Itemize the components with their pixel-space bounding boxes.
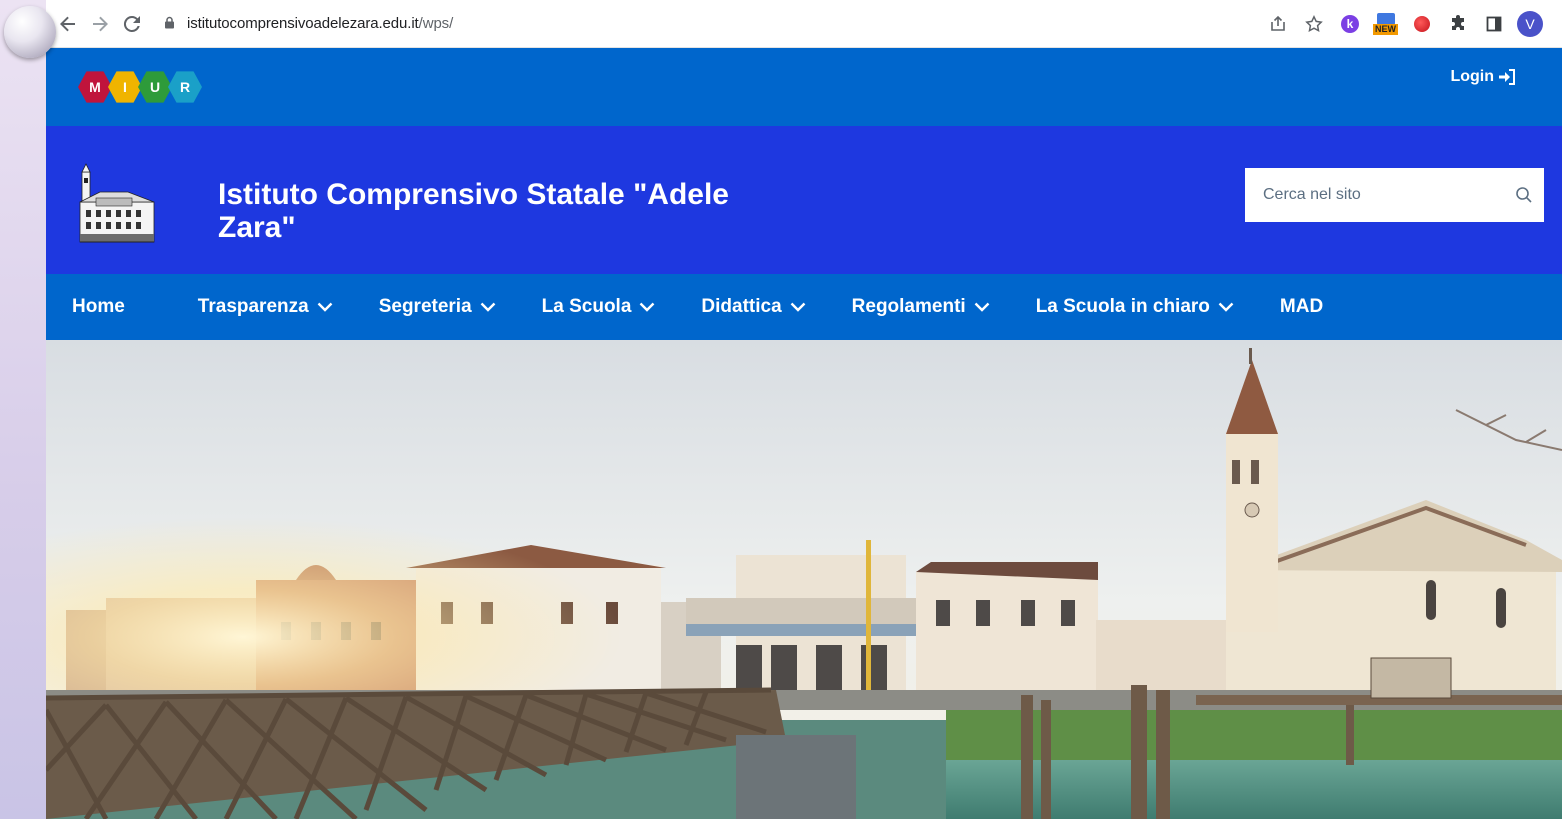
- site-header: Istituto Comprensivo Statale "Adele Zara…: [46, 126, 1562, 274]
- search-input[interactable]: [1245, 168, 1504, 222]
- miur-logo-r: R: [168, 71, 202, 103]
- site-topbar: M I U R Login: [46, 48, 1562, 126]
- url-text: istitutocomprensivoadelezara.edu.it/wps/: [187, 15, 454, 32]
- sign-in-icon: [1499, 69, 1515, 85]
- chevron-down-icon: [790, 302, 806, 312]
- login-label: Login: [1450, 68, 1494, 85]
- search-box: [1245, 168, 1544, 222]
- red-extension-icon[interactable]: [1406, 8, 1438, 40]
- hero-image: [46, 340, 1562, 819]
- share-icon[interactable]: [1262, 8, 1294, 40]
- chevron-down-icon: [1218, 302, 1234, 312]
- reload-button[interactable]: [116, 8, 148, 40]
- address-bar[interactable]: istitutocomprensivoadelezara.edu.it/wps/: [154, 8, 1262, 40]
- browser-window: istitutocomprensivoadelezara.edu.it/wps/…: [46, 0, 1562, 819]
- back-button[interactable]: [52, 8, 84, 40]
- avatar: V: [1517, 10, 1543, 37]
- site-title[interactable]: Istituto Comprensivo Statale "Adele Zara…: [218, 178, 778, 244]
- login-button[interactable]: Login: [1450, 68, 1516, 86]
- forward-button[interactable]: [84, 8, 116, 40]
- browser-toolbar: istitutocomprensivoadelezara.edu.it/wps/…: [46, 0, 1562, 48]
- miur-logo-m: M: [78, 71, 112, 103]
- chevron-down-icon: [974, 302, 990, 312]
- nav-item-didattica[interactable]: Didattica: [701, 296, 806, 318]
- nav-item-la-scuola[interactable]: La Scuola: [542, 296, 656, 318]
- profile-button[interactable]: V: [1514, 8, 1546, 40]
- sidebar-icon[interactable]: [1478, 8, 1510, 40]
- nav-item-home[interactable]: Home: [72, 296, 125, 318]
- main-navigation: Home Trasparenza Segreteria La Scuola Di…: [46, 274, 1562, 340]
- search-icon[interactable]: [1504, 186, 1544, 204]
- toolbar-actions: k NEW V: [1262, 8, 1546, 40]
- chevron-down-icon: [639, 302, 655, 312]
- nav-item-trasparenza[interactable]: Trasparenza: [198, 296, 333, 318]
- miur-logo[interactable]: M I U R: [78, 70, 202, 104]
- new-extension-icon[interactable]: NEW: [1370, 8, 1402, 40]
- lock-icon: [164, 16, 175, 32]
- miur-logo-i: I: [108, 71, 142, 103]
- puzzle-icon[interactable]: [1442, 8, 1474, 40]
- desktop-orb: [4, 6, 56, 58]
- chevron-down-icon: [480, 302, 496, 312]
- miur-logo-u: U: [138, 71, 172, 103]
- nav-item-la-scuola-in-chiaro[interactable]: La Scuola in chiaro: [1036, 296, 1234, 318]
- nav-item-regolamenti[interactable]: Regolamenti: [852, 296, 990, 318]
- school-logo[interactable]: [78, 162, 156, 248]
- k-extension-icon[interactable]: k: [1334, 8, 1366, 40]
- arrow-left-icon: [60, 16, 75, 31]
- star-icon[interactable]: [1298, 8, 1330, 40]
- reload-icon: [123, 15, 140, 32]
- arrow-right-icon: [93, 16, 108, 31]
- nav-item-mad[interactable]: MAD: [1280, 296, 1323, 318]
- nav-item-segreteria[interactable]: Segreteria: [379, 296, 496, 318]
- chevron-down-icon: [317, 302, 333, 312]
